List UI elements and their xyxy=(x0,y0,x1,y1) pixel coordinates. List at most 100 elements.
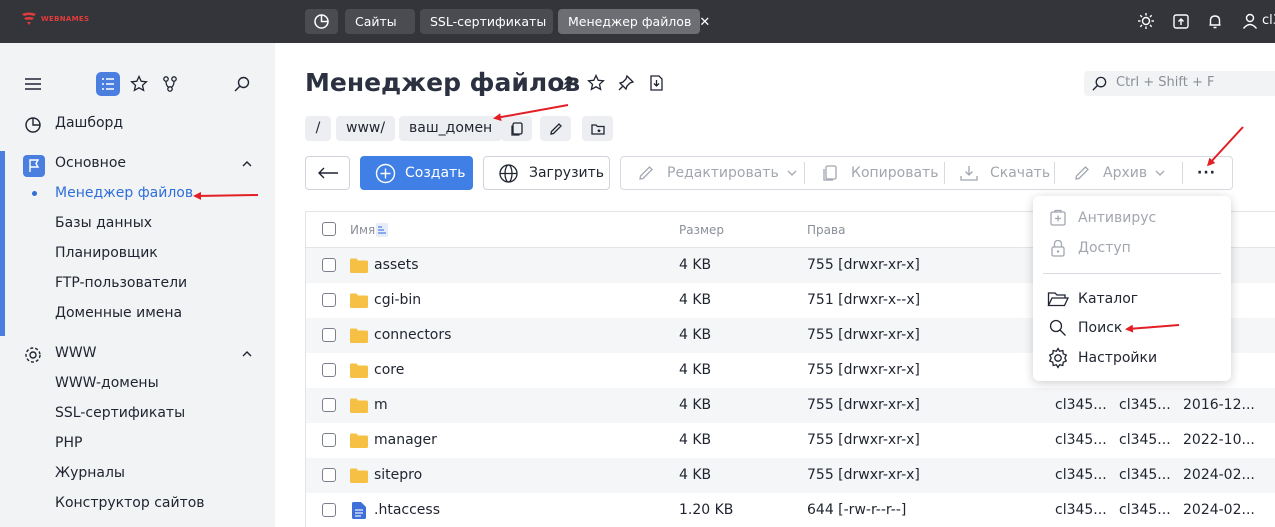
sidebar-item-php[interactable]: PHP xyxy=(55,435,82,451)
row-checkbox[interactable] xyxy=(322,293,336,307)
row-checkbox[interactable] xyxy=(322,468,336,482)
sort-icon[interactable] xyxy=(376,223,388,237)
logo-text: WEBNAMES xyxy=(41,15,90,23)
page-title: Менеджер файлов xyxy=(305,68,581,97)
global-search-input[interactable]: Ctrl + Shift + F xyxy=(1084,71,1275,96)
copy-button[interactable]: Копировать xyxy=(821,157,938,189)
file-name[interactable]: .htaccess xyxy=(374,502,440,518)
copy-icon xyxy=(823,165,837,181)
table-row[interactable]: manager 4 KB 755 [drwxr-xr-x] cl345... cl345… xyxy=(306,423,1275,458)
file-name[interactable]: manager xyxy=(374,432,437,448)
bell-icon[interactable] xyxy=(1206,12,1224,30)
link-icon[interactable] xyxy=(557,74,575,92)
menu-separator xyxy=(1043,273,1221,274)
menu-item-antivirus[interactable]: Антивирус xyxy=(1047,207,1156,229)
row-checkbox[interactable] xyxy=(322,398,336,412)
sidebar-item-scheduler[interactable]: Планировщик xyxy=(55,245,158,261)
back-button[interactable] xyxy=(305,156,350,190)
sidebar-item-logs[interactable]: Журналы xyxy=(55,465,125,481)
file-date: 2022-10... xyxy=(1183,432,1255,448)
sidebar: Дашборд Основное Менеджер файлов Базы да… xyxy=(0,43,275,527)
sidebar-item-www-domains[interactable]: WWW-домены xyxy=(55,375,159,391)
menu-item-label: Поиск xyxy=(1078,320,1123,336)
bookmark-path-button[interactable] xyxy=(582,116,613,141)
user-icon[interactable] xyxy=(1241,12,1259,30)
folder-icon xyxy=(350,433,368,448)
file-name[interactable]: core xyxy=(374,362,404,378)
create-button[interactable]: Создать xyxy=(360,156,473,190)
menu-item-settings[interactable]: Настройки xyxy=(1047,347,1157,369)
user-label[interactable]: cl3 xyxy=(1262,13,1275,28)
sidebar-group-www[interactable]: WWW xyxy=(55,345,97,361)
sidebar-item-domain-names[interactable]: Доменные имена xyxy=(55,305,182,321)
table-row[interactable]: sitepro 4 KB 755 [drwxr-xr-x] cl345... cl345… xyxy=(306,458,1275,493)
menu-item-directory[interactable]: Каталог xyxy=(1047,288,1138,310)
menu-item-search[interactable]: Поиск xyxy=(1047,317,1122,339)
tab-sites[interactable]: Сайты xyxy=(345,9,415,34)
col-size-header[interactable]: Размер xyxy=(679,223,724,237)
folder-icon xyxy=(350,468,368,483)
sidebar-item-file-manager[interactable]: Менеджер файлов xyxy=(55,185,193,201)
download-button[interactable]: Скачать xyxy=(959,157,1050,189)
menu-toggle-button[interactable] xyxy=(21,72,45,96)
sun-icon[interactable] xyxy=(1137,12,1155,30)
file-owner: cl345... xyxy=(1055,467,1107,483)
file-name[interactable]: cgi-bin xyxy=(374,292,421,308)
row-checkbox[interactable] xyxy=(322,433,336,447)
edit-button[interactable]: Редактировать xyxy=(637,157,797,189)
sidebar-item-site-builder[interactable]: Конструктор сайтов xyxy=(55,495,205,511)
col-name-header[interactable]: Имя xyxy=(350,223,375,237)
row-checkbox[interactable] xyxy=(322,503,336,517)
sidebar-item-ftp-users[interactable]: FTP-пользователи xyxy=(55,275,187,291)
chevron-down-icon xyxy=(1155,170,1165,176)
tab-ssl[interactable]: SSL-сертификаты xyxy=(420,9,553,34)
file-perms: 755 [drwxr-xr-x] xyxy=(807,397,920,413)
chevron-up-icon[interactable] xyxy=(240,157,254,171)
chevron-up-icon[interactable] xyxy=(240,347,254,361)
sidebar-item-ssl[interactable]: SSL-сертификаты xyxy=(55,405,185,421)
row-checkbox[interactable] xyxy=(322,328,336,342)
sidebar-group-main[interactable]: Основное xyxy=(55,155,126,171)
upload-icon[interactable] xyxy=(1172,12,1190,30)
file-name[interactable]: m xyxy=(374,397,388,413)
col-perms-header[interactable]: Права xyxy=(807,223,845,237)
tab-dashboard[interactable] xyxy=(305,9,338,34)
tab-file-manager[interactable]: Менеджер файлов ✕ xyxy=(558,9,710,34)
menu-item-access[interactable]: Доступ xyxy=(1047,237,1131,259)
pin-icon[interactable] xyxy=(617,74,635,92)
breadcrumb-domain[interactable]: ваш_домен xyxy=(399,116,503,141)
upload-button[interactable]: Загрузить xyxy=(483,156,610,190)
download-label: Скачать xyxy=(990,165,1051,181)
search-icon xyxy=(234,76,250,92)
file-owner: cl345... xyxy=(1055,502,1107,518)
list-view-button[interactable] xyxy=(96,72,120,96)
file-name[interactable]: connectors xyxy=(374,327,451,343)
archive-button[interactable]: Архив xyxy=(1073,157,1165,189)
close-icon[interactable]: ✕ xyxy=(699,15,710,30)
breadcrumb-www[interactable]: www/ xyxy=(336,116,396,141)
table-row[interactable]: .htaccess 1.20 KB 644 [-rw-r--r--] cl345...… xyxy=(306,493,1275,527)
select-all-checkbox[interactable] xyxy=(322,222,336,236)
folder-open-icon xyxy=(1047,289,1069,309)
copy-label: Копировать xyxy=(851,165,939,181)
favorites-button[interactable] xyxy=(127,72,151,96)
dependencies-button[interactable] xyxy=(158,72,182,96)
download-doc-icon[interactable] xyxy=(647,74,665,92)
row-checkbox[interactable] xyxy=(322,363,336,377)
table-row[interactable]: m 4 KB 755 [drwxr-xr-x] cl345... cl345... 201… xyxy=(306,388,1275,423)
row-checkbox[interactable] xyxy=(322,258,336,272)
archive-label: Архив xyxy=(1103,165,1148,181)
edit-path-button[interactable] xyxy=(540,116,571,141)
sidebar-item-databases[interactable]: Базы данных xyxy=(55,215,152,231)
star-icon[interactable] xyxy=(587,74,605,92)
file-name[interactable]: assets xyxy=(374,257,419,273)
breadcrumb-root[interactable]: / xyxy=(305,116,331,141)
file-name[interactable]: sitepro xyxy=(374,467,422,483)
sidebar-item-dashboard[interactable]: Дашборд xyxy=(55,115,123,131)
more-actions-button[interactable]: ··· xyxy=(1197,157,1216,189)
gear-icon xyxy=(1047,347,1069,369)
sidebar-search-button[interactable] xyxy=(230,72,254,96)
copy-path-button[interactable] xyxy=(501,116,532,141)
webnames-logo-icon xyxy=(22,12,36,25)
webnames-logo[interactable]: WEBNAMES xyxy=(21,12,89,26)
